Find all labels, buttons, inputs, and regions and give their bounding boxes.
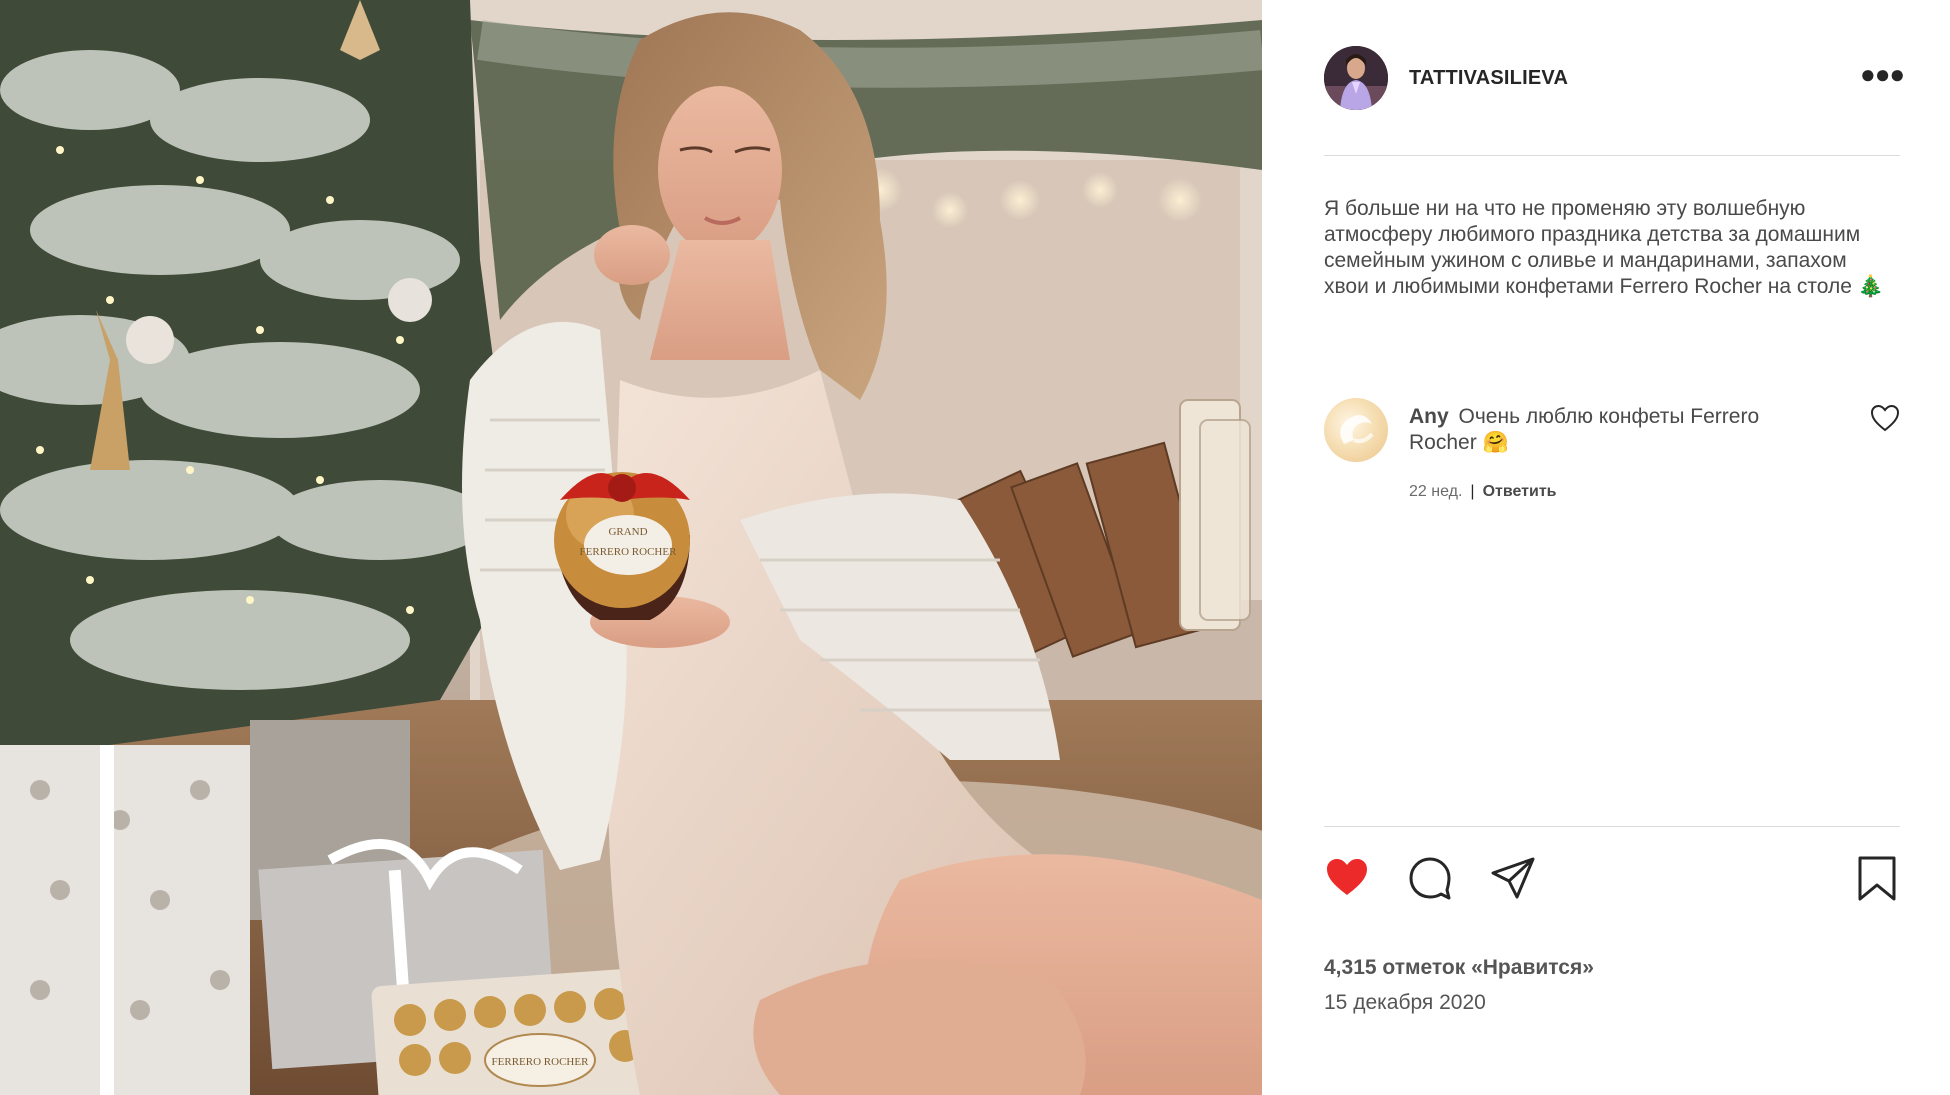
commenter-avatar-image [1340, 415, 1374, 444]
more-horizontal-icon: ●●● [1860, 59, 1905, 89]
heart-outline-icon [1870, 404, 1900, 432]
header-divider [1324, 155, 1900, 156]
more-options-button[interactable]: ●●● [1860, 61, 1905, 90]
comment-item: Any Очень люблю конфеты Ferrero Rocher 🤗… [1324, 398, 1900, 508]
comment-meta: 22 нед. | Ответить [1409, 483, 1557, 501]
comment-button[interactable] [1407, 855, 1453, 901]
likes-count[interactable]: 4,315 отметок «Нравится» [1324, 956, 1594, 980]
tray-label: FERRERO ROCHER [492, 1056, 590, 1068]
comment-body: Any Очень люблю конфеты Ferrero Rocher 🤗 [1409, 404, 1809, 456]
author-avatar[interactable] [1324, 46, 1388, 110]
post-details-panel: TATTIVASILIEVA ●●● Я больше ни на что не… [1262, 0, 1950, 1095]
comment-text: Очень люблю конфеты Ferrero Rocher 🤗 [1409, 405, 1760, 454]
box-label-brand: FERRERO ROCHER [580, 546, 678, 558]
like-button[interactable] [1324, 855, 1370, 901]
heart-filled-icon [1327, 859, 1367, 895]
save-button[interactable] [1854, 855, 1900, 901]
share-button[interactable] [1490, 855, 1536, 901]
author-username[interactable]: TATTIVASILIEVA [1409, 67, 1568, 90]
share-icon [1491, 857, 1535, 899]
post-date: 15 декабря 2020 [1324, 991, 1486, 1014]
reply-button[interactable]: Ответить [1483, 483, 1557, 500]
author-avatar-image [1324, 46, 1388, 110]
photo-illustration: FERRERO ROCHER GRAND FERRERO ROCHER [0, 0, 1262, 1095]
comment-age: 22 нед. [1409, 483, 1463, 500]
post-header: TATTIVASILIEVA ●●● [1324, 46, 1905, 110]
comment-like-button[interactable] [1870, 404, 1900, 432]
grand-ferrero-box: GRAND FERRERO ROCHER [554, 472, 690, 620]
post-photo[interactable]: FERRERO ROCHER GRAND FERRERO ROCHER [0, 0, 1262, 1095]
post-caption: Я больше ни на что не променяю эту волше… [1324, 197, 1884, 298]
post-actions-bar [1324, 855, 1900, 905]
comment-icon [1409, 857, 1451, 900]
box-label-grand: GRAND [608, 526, 647, 538]
comment-author[interactable]: Any [1409, 405, 1449, 428]
comment-meta-separator: | [1470, 483, 1475, 500]
bookmark-icon [1858, 856, 1896, 901]
actions-divider [1324, 826, 1900, 827]
commenter-avatar[interactable] [1324, 398, 1388, 462]
